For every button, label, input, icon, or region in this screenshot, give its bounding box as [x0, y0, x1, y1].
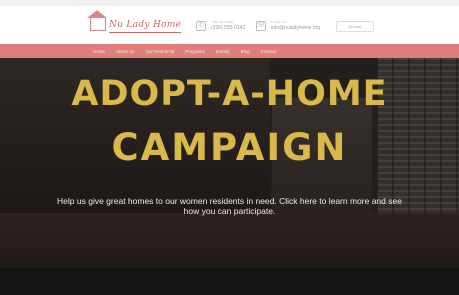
nav-item-blog[interactable]: Blog: [241, 49, 250, 54]
email-lines: Email us info@nuladyhome.org: [271, 20, 320, 31]
bottom-dark-bar: [0, 268, 459, 295]
logo-text: Nu Lady Home: [109, 19, 182, 33]
hero-call-to-action-link[interactable]: Help us give great homes to our women re…: [8, 196, 451, 216]
site-logo[interactable]: Nu Lady Home: [87, 10, 182, 33]
envelope-icon: ✉: [256, 20, 266, 31]
email-contact[interactable]: ✉ Email us info@nuladyhome.org: [256, 20, 320, 31]
email-caption: Email us: [271, 19, 287, 24]
donate-button[interactable]: Donate: [336, 21, 374, 32]
page: Nu Lady Home ✆ Call us today (330) 555-0…: [0, 0, 459, 295]
nav-item-about-us[interactable]: About Us: [116, 49, 135, 54]
nav-item-programs[interactable]: Programs: [185, 49, 205, 54]
hero-title-line2: CAMPAIGN: [111, 126, 348, 169]
hero-banner[interactable]: ADOPT-A-HOME CAMPAIGN Help us give great…: [0, 58, 459, 268]
hero-text-line2: how you can participate.: [183, 206, 276, 216]
main-navigation: Home About Us Our Residents Programs Events B…: [0, 44, 459, 58]
hero-title-line1: ADOPT-A-HOME: [71, 74, 388, 114]
phone-lines: Call us today (330) 555-0142: [211, 20, 245, 31]
house-logo-icon: [87, 10, 107, 31]
nav-list: Home About Us Our Residents Programs Events B…: [93, 44, 276, 58]
phone-icon: ✆: [196, 20, 206, 31]
phone-number: (330) 555-0142: [211, 25, 246, 31]
nav-item-home[interactable]: Home: [93, 49, 105, 54]
phone-caption: Call us today: [211, 19, 235, 24]
nav-item-events[interactable]: Events: [216, 49, 230, 54]
hero-text-line1: Help us give great homes to our women re…: [57, 196, 402, 206]
nav-item-our-residents[interactable]: Our Residents: [146, 49, 175, 54]
phone-contact[interactable]: ✆ Call us today (330) 555-0142: [196, 20, 245, 31]
site-header: Nu Lady Home ✆ Call us today (330) 555-0…: [0, 6, 459, 44]
nav-item-contact[interactable]: Contact: [261, 49, 277, 54]
email-address: info@nuladyhome.org: [271, 25, 320, 31]
